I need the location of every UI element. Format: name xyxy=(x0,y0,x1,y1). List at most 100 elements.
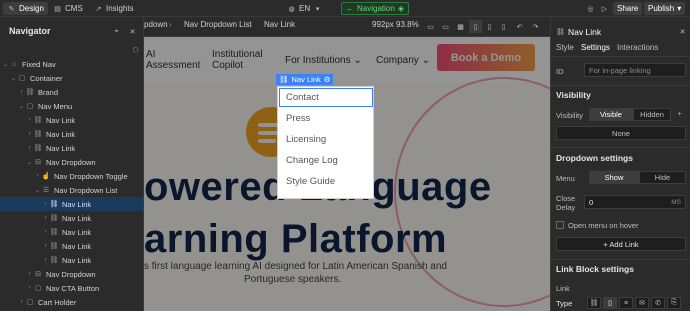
monitor-icon[interactable]: ▭ xyxy=(426,22,435,31)
close-delay-input[interactable]: 0 MS xyxy=(584,195,686,209)
chevron-icon[interactable]: › xyxy=(42,243,49,249)
none-condition[interactable]: None xyxy=(556,126,686,140)
navigator-item-label: Nav Link xyxy=(62,255,92,265)
share-button[interactable]: Share xyxy=(613,2,643,15)
nav-institutional-copilot[interactable]: Institutional Copilot xyxy=(212,49,263,71)
type-url-button[interactable]: ⛓ xyxy=(587,297,601,309)
dropdown-item[interactable]: Press xyxy=(286,113,310,124)
grid-icon[interactable]: ▦ xyxy=(456,22,465,31)
hover-checkbox[interactable] xyxy=(556,221,564,229)
chevron-icon[interactable]: › xyxy=(26,271,33,277)
chevron-icon[interactable]: › xyxy=(26,145,33,151)
pin-icon[interactable]: ⌖ xyxy=(112,27,121,36)
navigator-title: Navigator xyxy=(9,26,51,36)
chevron-icon[interactable]: › xyxy=(26,131,33,137)
dropdown-item[interactable]: Contact xyxy=(286,92,319,103)
design-tab[interactable]: ✎ Design xyxy=(3,2,48,15)
chevron-icon[interactable]: › xyxy=(26,117,33,123)
play-icon[interactable]: ▷ xyxy=(600,4,609,13)
box-icon: ▢ xyxy=(26,299,34,306)
navigator-item[interactable]: ⌄ ☰ Nav Dropdown List xyxy=(0,183,143,197)
laptop-icon[interactable]: ▭ xyxy=(441,22,450,31)
navigator-item[interactable]: ⌄ ▢ Container xyxy=(0,71,143,85)
nav-ai-assessment[interactable]: AI Assessment xyxy=(146,49,200,71)
dropdown-item[interactable]: Style Guide xyxy=(286,176,335,187)
chevron-icon[interactable]: › xyxy=(26,285,33,291)
close-icon[interactable]: ✕ xyxy=(128,27,137,36)
navigator-item[interactable]: › ⛓ Nav Link xyxy=(0,113,143,127)
type-email-button[interactable]: ✉ xyxy=(635,297,649,309)
navigator-item[interactable]: ⌄ ⊟ Nav Dropdown xyxy=(0,155,143,169)
breadcrumb-item-dropdown-list[interactable]: Nav Dropdown List xyxy=(184,20,252,29)
navigator-item[interactable]: › ⛓ Nav Link xyxy=(0,239,143,253)
chevron-icon[interactable]: › xyxy=(34,173,41,179)
navigator-item[interactable]: › ⛓ Nav Link xyxy=(0,253,143,267)
menu-show-button[interactable]: Show xyxy=(589,171,639,184)
type-section-button[interactable]: ≡ xyxy=(619,297,633,309)
insights-tab[interactable]: ↗ Insights xyxy=(90,2,138,15)
plus-icon[interactable]: + xyxy=(675,110,684,119)
navigator-item-label: Nav Link xyxy=(62,213,92,223)
type-page-button[interactable]: ▯ xyxy=(603,297,617,309)
section-icon: ≡ xyxy=(623,299,629,307)
tab-style[interactable]: Style xyxy=(556,43,574,52)
navigator-item[interactable]: › ▢ Cart Holder xyxy=(0,295,143,309)
navigator-item[interactable]: › ⛓ Nav Link xyxy=(0,211,143,225)
breadcrumb-lead[interactable]: pdown xyxy=(144,20,168,29)
box-icon: ▢ xyxy=(18,75,26,82)
visible-button[interactable]: Visible xyxy=(589,108,633,121)
design-canvas[interactable]: pdown › Nav Dropdown List › Nav Link 992… xyxy=(144,17,550,311)
chevron-icon[interactable]: ⌄ xyxy=(26,159,33,166)
id-input[interactable]: For in-page linking xyxy=(584,63,686,77)
hidden-button[interactable]: Hidden xyxy=(633,108,671,121)
breadcrumb-item-nav-link[interactable]: Nav Link xyxy=(264,20,295,29)
type-file-button[interactable]: ⎘ xyxy=(667,297,681,309)
chevron-icon[interactable]: ⌄ xyxy=(2,61,9,68)
chevron-icon[interactable]: › xyxy=(18,299,25,305)
chevron-icon[interactable]: › xyxy=(42,215,49,221)
navigator-item[interactable]: › ⛓ Nav Link xyxy=(0,127,143,141)
navigation-mode-pill[interactable]: ← Navigation ◈ xyxy=(341,2,409,15)
chevron-icon[interactable]: ⌄ xyxy=(18,103,25,110)
phone-icon[interactable]: ▯ xyxy=(499,22,508,31)
divider xyxy=(551,147,690,148)
tab-settings[interactable]: Settings xyxy=(581,43,610,52)
chevron-icon[interactable]: › xyxy=(18,89,25,95)
chevron-icon[interactable]: › xyxy=(42,201,49,207)
nav-company[interactable]: Company ⌄ xyxy=(376,55,430,66)
pointer-icon: ☝ xyxy=(41,173,51,180)
nav-for-institutions[interactable]: For Institutions ⌄ xyxy=(285,55,362,66)
undo-icon[interactable]: ↶ xyxy=(515,22,524,31)
chevron-icon[interactable]: ⌄ xyxy=(34,187,41,194)
navigator-item[interactable]: ⌄ ⌂ Fixed Nav xyxy=(0,57,143,71)
navigator-item[interactable]: › ⊟ Nav Dropdown xyxy=(0,267,143,281)
dropdown-item[interactable]: Licensing xyxy=(286,134,326,145)
type-phone-button[interactable]: ✆ xyxy=(651,297,665,309)
chevron-icon[interactable]: ⌄ xyxy=(10,75,17,82)
dropdown-item[interactable]: Change Log xyxy=(286,155,338,166)
add-link-button[interactable]: + Add Link xyxy=(556,237,686,251)
mobile-icon[interactable]: ▯ xyxy=(485,22,494,31)
preview-icon[interactable]: ◎ xyxy=(586,4,595,13)
tab-interactions[interactable]: Interactions xyxy=(617,43,658,52)
menu-hide-button[interactable]: Hide xyxy=(639,171,686,184)
locale-selector[interactable]: ◍ EN ▾ xyxy=(283,2,326,15)
selected-element-tag[interactable]: ⛓ Nav Link ⚙ xyxy=(276,74,334,85)
navigator-item[interactable]: › ⛓ Nav Link xyxy=(0,141,143,155)
navigator-item[interactable]: › ☝ Nav Dropdown Toggle xyxy=(0,169,143,183)
navigator-item[interactable]: › ⛓ Nav Link xyxy=(0,197,143,211)
chevron-icon[interactable]: › xyxy=(42,257,49,263)
navigator-item[interactable]: ⌄ ▢ Nav Menu xyxy=(0,99,143,113)
book-demo-button[interactable]: Book a Demo xyxy=(437,44,535,71)
navigator-item[interactable]: › ▢ Nav CTA Button xyxy=(0,281,143,295)
close-icon[interactable]: ✕ xyxy=(678,27,687,36)
cms-tab[interactable]: ▤ CMS xyxy=(49,2,87,15)
navigator-item[interactable]: › ⛓ Nav Link xyxy=(0,225,143,239)
navigator-item[interactable]: › ⛓ Brand xyxy=(0,85,143,99)
publish-button[interactable]: Publish ▾ xyxy=(644,2,686,15)
redo-icon[interactable]: ↷ xyxy=(531,22,540,31)
navigator-item-label: Nav Dropdown List xyxy=(54,185,118,195)
chevron-icon[interactable]: › xyxy=(42,229,49,235)
navigator-item-label: Fixed Nav xyxy=(22,59,56,69)
tablet-icon[interactable]: ▯ xyxy=(469,20,482,33)
